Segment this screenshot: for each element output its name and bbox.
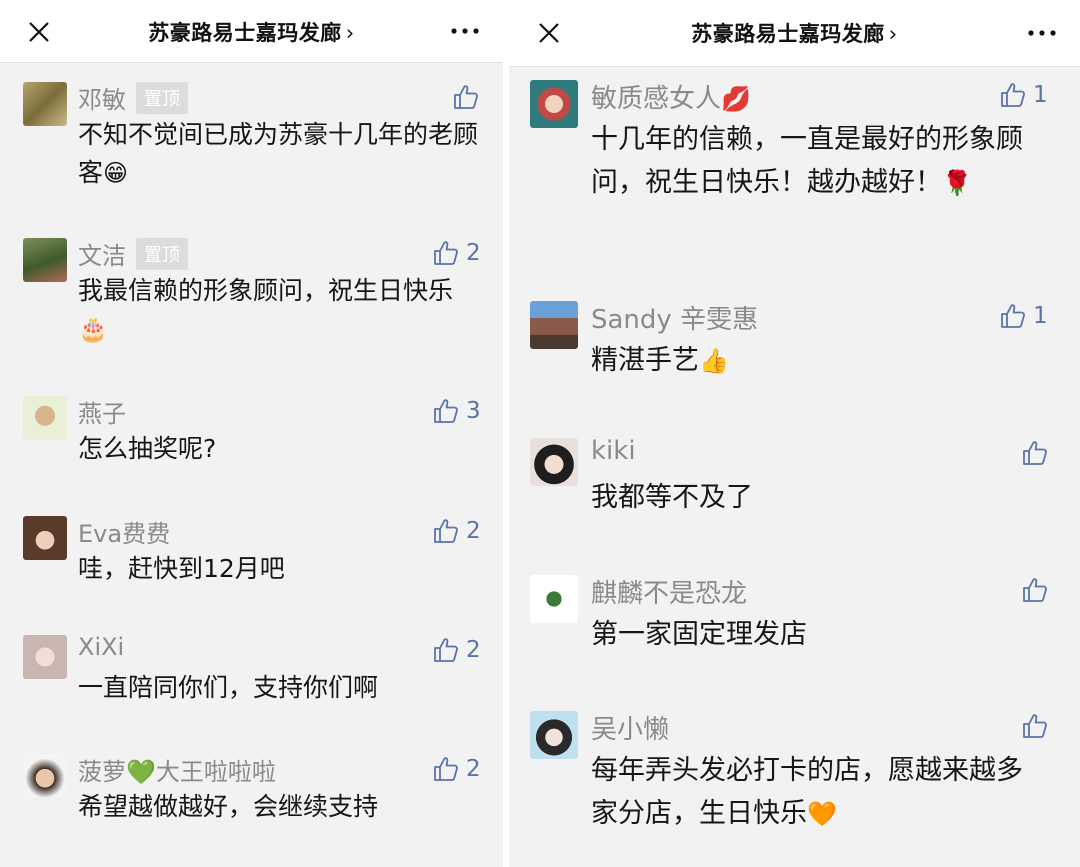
like-button[interactable]: [1021, 438, 1055, 468]
comment-item: 菠萝💚大王啦啦啦 2 希望越做越好，会继续支持: [0, 750, 503, 840]
comment-text: 希望越做越好，会继续支持: [78, 792, 379, 821]
like-count: 2: [466, 240, 481, 266]
thumbs-up-icon: [432, 239, 460, 267]
chevron-right-icon: ›: [888, 22, 898, 46]
commenter-name: 麒麟不是恐龙: [591, 579, 748, 609]
comment-text: 我最信赖的形象顾问，祝生日快乐🎂: [78, 276, 454, 343]
chevron-right-icon: ›: [345, 21, 355, 45]
commenter-name: XiXi: [78, 633, 125, 661]
avatar[interactable]: [23, 238, 67, 282]
lips-emoji-icon: 💋: [721, 85, 751, 113]
comment-text: 精湛手艺👍: [591, 345, 729, 376]
comment-item: Sandy 辛雯惠 1 精湛手艺👍: [509, 297, 1080, 397]
thumbs-up-icon: [432, 517, 460, 545]
comment-text: 十几年的信赖，一直是最好的形象顾问，祝生日快乐！越办越好！🌹: [591, 124, 1023, 198]
avatar[interactable]: [23, 754, 67, 798]
thumbs-up-icon: [999, 302, 1027, 330]
avatar[interactable]: [530, 438, 578, 486]
thumbs-up-icon: [1021, 576, 1049, 604]
avatar[interactable]: [23, 635, 67, 679]
avatar[interactable]: [23, 396, 67, 440]
green-heart-emoji-icon: 💚: [126, 758, 156, 786]
comment-item: kiki 我都等不及了: [509, 434, 1080, 534]
avatar[interactable]: [530, 575, 578, 623]
comment-text: 第一家固定理发店: [591, 619, 807, 650]
left-panel: 苏豪路易士嘉玛发廊 › 邓敏 置顶 不知不觉间已成为苏豪十几年的老顾客😁 文洁 置顶 …: [0, 0, 503, 867]
like-button[interactable]: [452, 82, 486, 112]
thumbs-up-emoji-icon: 👍: [699, 347, 729, 375]
comment-item: Eva费费 2 哇，赶快到12月吧: [0, 512, 503, 602]
like-button[interactable]: 2: [432, 238, 481, 268]
comment-text: 每年弄头发必打卡的店，愿越来越多家分店，生日快乐🧡: [591, 755, 1023, 829]
commenter-name: Eva费费: [78, 520, 171, 548]
thumbs-up-icon: [432, 397, 460, 425]
like-button[interactable]: 1: [999, 301, 1048, 331]
orange-heart-emoji-icon: 🧡: [807, 800, 837, 828]
comment-item: 文洁 置顶 2 我最信赖的形象顾问，祝生日快乐🎂: [0, 234, 503, 364]
like-count: 2: [466, 518, 481, 544]
page-title[interactable]: 苏豪路易士嘉玛发廊 ›: [0, 17, 503, 47]
like-button[interactable]: 2: [432, 754, 481, 784]
top-bar: 苏豪路易士嘉玛发廊 ›: [0, 0, 503, 63]
pinned-badge: 置顶: [136, 238, 188, 270]
commenter-name: 邓敏 置顶: [78, 80, 188, 115]
avatar[interactable]: [530, 301, 578, 349]
comment-item: 燕子 3 怎么抽奖呢?: [0, 392, 503, 482]
like-count: 1: [1033, 82, 1048, 108]
thumbs-up-icon: [452, 83, 480, 111]
thumbs-up-icon: [432, 636, 460, 664]
more-icon[interactable]: [451, 26, 479, 36]
avatar[interactable]: [23, 82, 67, 126]
cake-emoji-icon: 🎂: [78, 315, 108, 343]
like-count: 2: [466, 637, 481, 663]
page-title-text: 苏豪路易士嘉玛发廊: [148, 21, 342, 45]
commenter-name: 文洁 置顶: [78, 236, 188, 271]
like-count: 2: [466, 756, 481, 782]
comment-text: 怎么抽奖呢?: [78, 434, 217, 463]
avatar[interactable]: [23, 516, 67, 560]
comment-text: 不知不觉间已成为苏豪十几年的老顾客😁: [78, 120, 479, 187]
comment-item: XiXi 2 一直陪同你们，支持你们啊: [0, 631, 503, 721]
like-button[interactable]: 2: [432, 516, 481, 546]
page-title-text: 苏豪路易士嘉玛发廊: [691, 22, 885, 46]
top-bar: 苏豪路易士嘉玛发廊 ›: [509, 0, 1080, 67]
commenter-name: Sandy 辛雯惠: [591, 305, 759, 335]
like-button[interactable]: [1021, 711, 1055, 741]
commenter-name: 敏质感女人💋: [591, 84, 751, 114]
pinned-badge: 置顶: [136, 82, 188, 114]
like-button[interactable]: [1021, 575, 1055, 605]
thumbs-up-icon: [1021, 712, 1049, 740]
commenter-name: 燕子: [78, 400, 126, 428]
page-title[interactable]: 苏豪路易士嘉玛发廊 ›: [509, 18, 1080, 48]
like-button[interactable]: 2: [432, 635, 481, 665]
comment-text: 一直陪同你们，支持你们啊: [78, 673, 379, 702]
right-panel: 苏豪路易士嘉玛发廊 › 敏质感女人💋 1 十几年的信赖，一直是最好的形象顾问，祝生…: [509, 0, 1080, 867]
comment-text: 哇，赶快到12月吧: [78, 554, 285, 583]
like-count: 3: [466, 398, 481, 424]
grin-emoji-icon: 😁: [103, 159, 129, 187]
avatar[interactable]: [530, 80, 578, 128]
commenter-name: 吴小懒: [591, 715, 670, 745]
comment-item: 敏质感女人💋 1 十几年的信赖，一直是最好的形象顾问，祝生日快乐！越办越好！🌹: [509, 76, 1080, 266]
rose-emoji-icon: 🌹: [942, 169, 972, 197]
like-count: 1: [1033, 303, 1048, 329]
more-icon[interactable]: [1028, 28, 1056, 38]
commenter-name: 菠萝💚大王啦啦啦: [78, 758, 276, 786]
like-button[interactable]: 1: [999, 80, 1048, 110]
thumbs-up-icon: [999, 81, 1027, 109]
avatar[interactable]: [530, 711, 578, 759]
thumbs-up-icon: [432, 755, 460, 783]
comment-text: 我都等不及了: [591, 482, 753, 513]
comment-item: 吴小懒 每年弄头发必打卡的店，愿越来越多家分店，生日快乐🧡: [509, 707, 1080, 847]
like-button[interactable]: 3: [432, 396, 481, 426]
comment-item: 邓敏 置顶 不知不觉间已成为苏豪十几年的老顾客😁: [0, 78, 503, 208]
comment-item: 麒麟不是恐龙 第一家固定理发店: [509, 571, 1080, 671]
thumbs-up-icon: [1021, 439, 1049, 467]
commenter-name: kiki: [591, 436, 636, 466]
